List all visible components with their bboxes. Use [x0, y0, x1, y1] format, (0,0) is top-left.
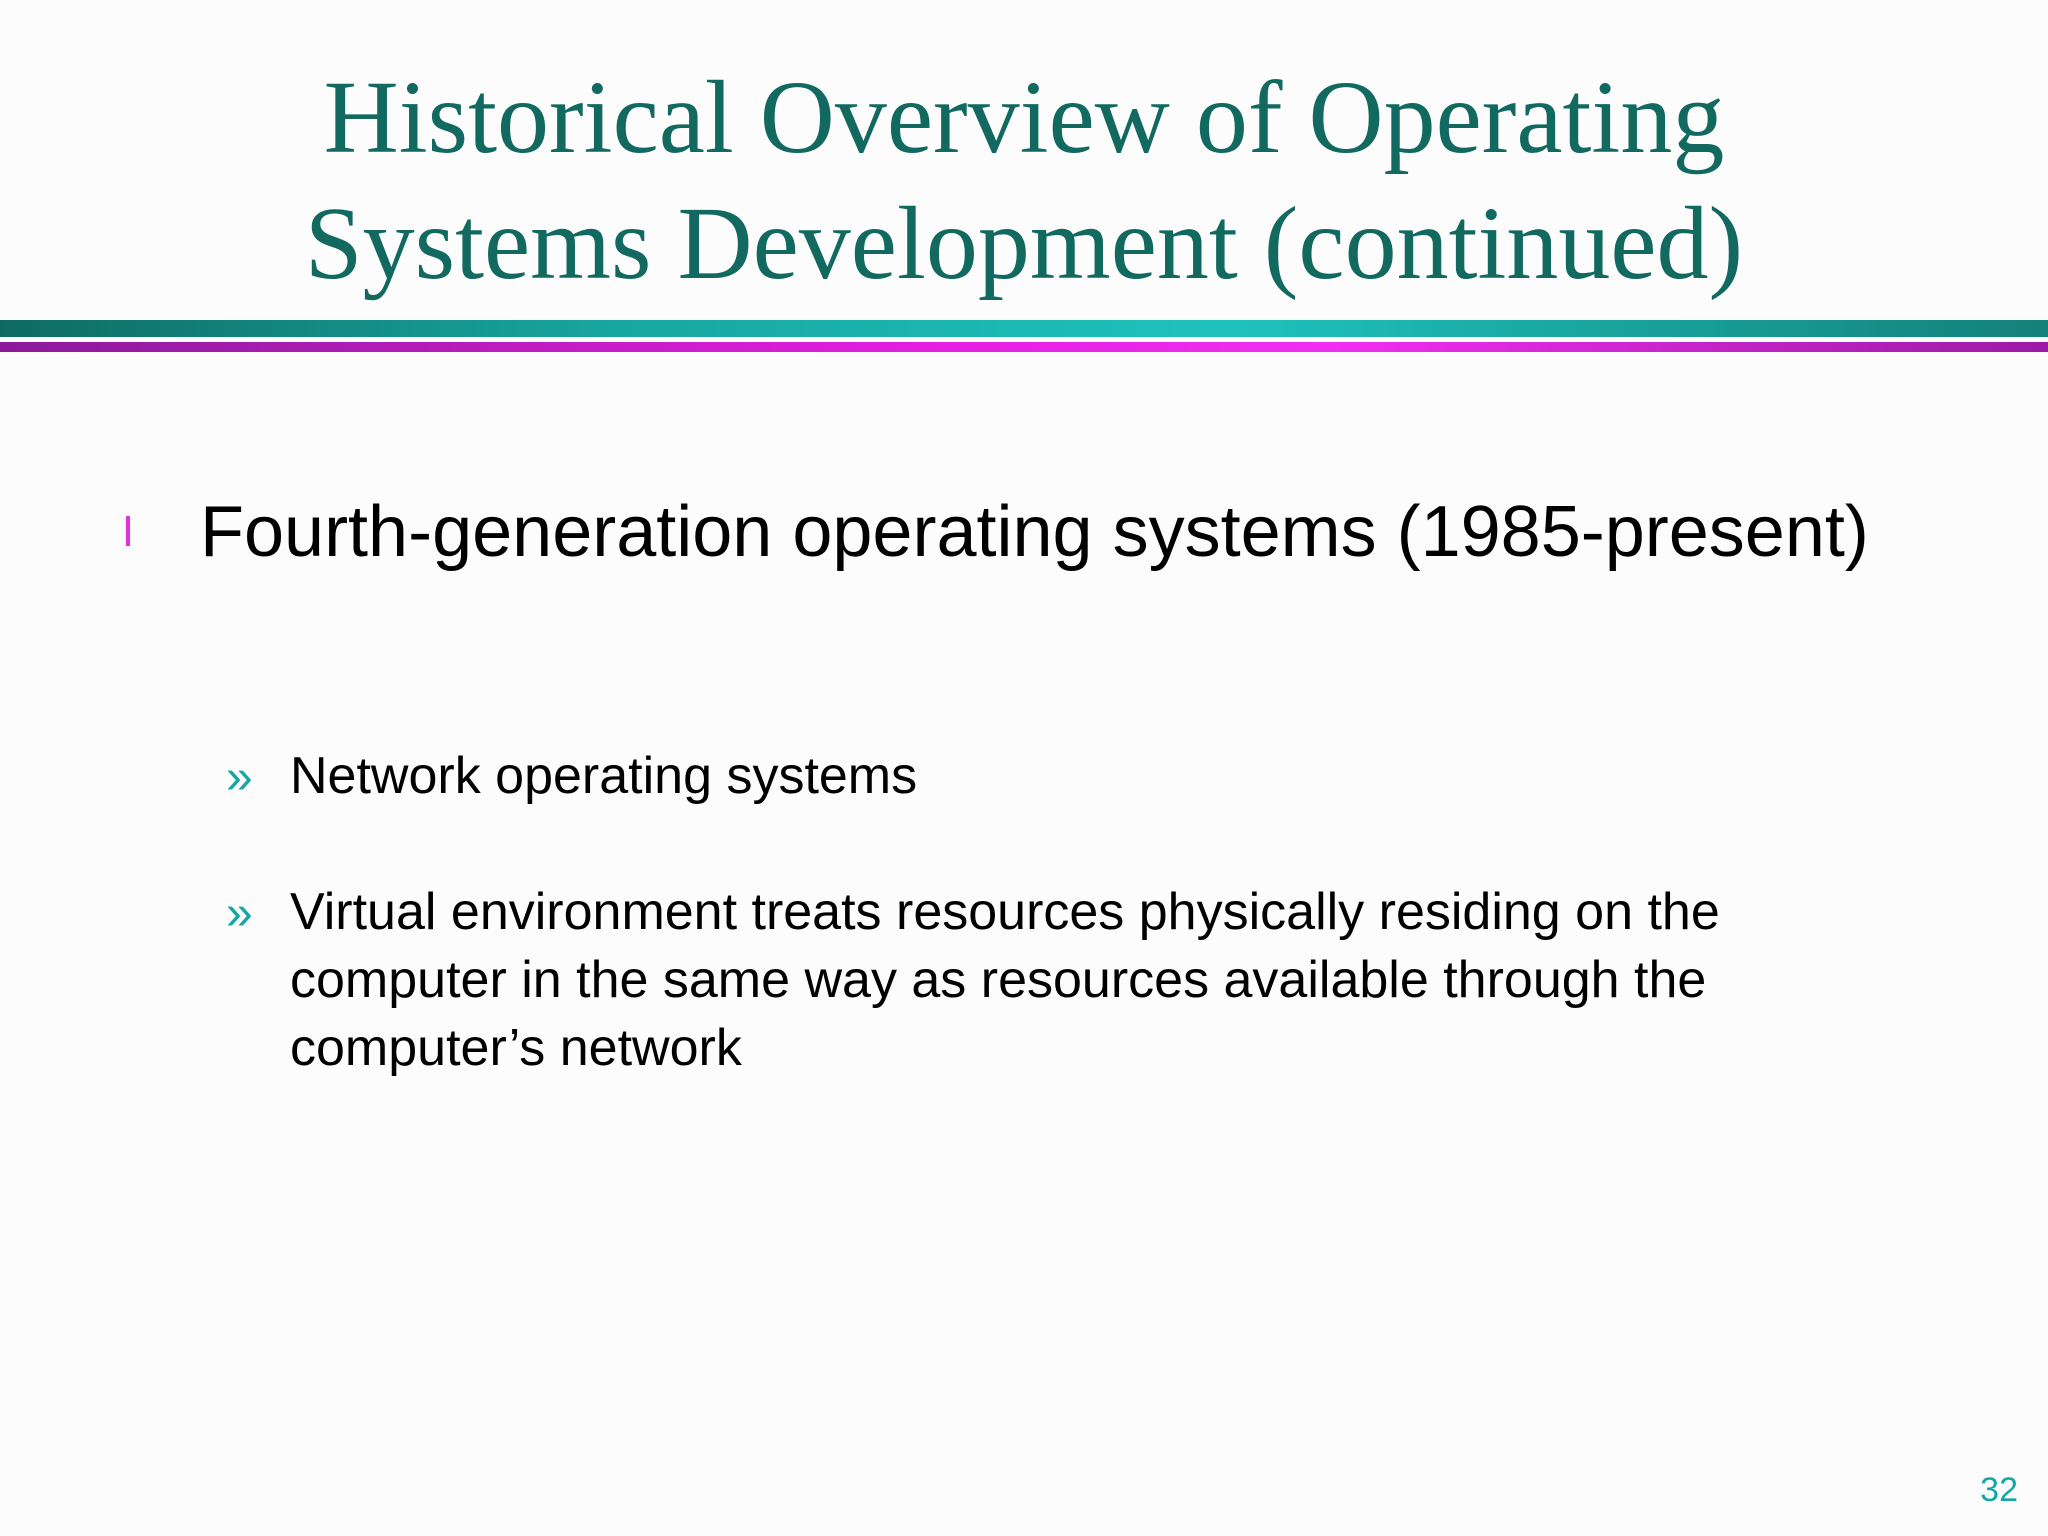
title-line-1: Historical Overview of Operating	[323, 60, 1725, 175]
title-underline-teal	[0, 320, 2048, 337]
slide-title: Historical Overview of Operating Systems…	[0, 55, 2048, 307]
bullet-text: Fourth-generation operating systems (198…	[200, 492, 1869, 572]
sub-bullet-marker: »	[226, 751, 253, 804]
sub-bullet-text: Virtual environment treats resources phy…	[290, 883, 1720, 1077]
page-number: 32	[1980, 1471, 2018, 1509]
slide: Historical Overview of Operating Systems…	[0, 0, 2048, 1536]
title-line-2: Systems Development (continued)	[304, 186, 1744, 301]
sub-bullet-marker: »	[226, 887, 253, 940]
title-underline-magenta	[0, 342, 2048, 352]
bullet-marker	[124, 512, 136, 552]
sub-bullet-text: Network operating systems	[290, 747, 918, 805]
